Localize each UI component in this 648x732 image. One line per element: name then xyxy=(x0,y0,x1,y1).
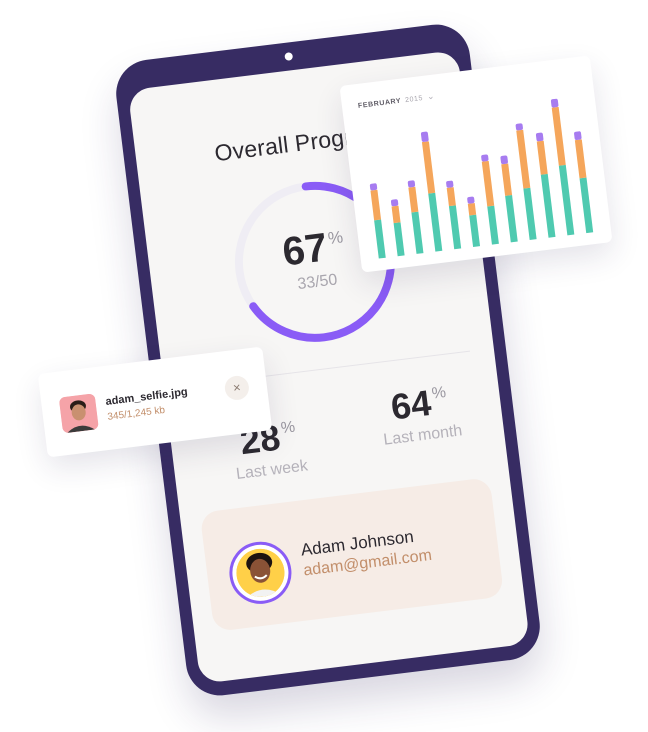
chart-bar-5-segment-2 xyxy=(446,187,456,207)
stat-sign: % xyxy=(279,418,297,438)
chart-bar-3-segment-3 xyxy=(407,180,416,188)
chart-bar-11-segment-3 xyxy=(550,98,559,108)
file-size: 345/1,245 kb xyxy=(106,404,166,423)
chart-bar-6-segment-3 xyxy=(467,196,475,204)
stacked-bar-chart xyxy=(369,98,594,259)
chart-year: 2015 xyxy=(404,94,424,105)
avatar[interactable] xyxy=(225,538,295,608)
chart-month: FEBRUARY xyxy=(357,97,402,110)
file-thumbnail xyxy=(58,393,99,434)
person-icon xyxy=(233,546,288,600)
user-card[interactable]: Adam Johnson adam@gmail.com xyxy=(199,477,505,632)
progress-percent-sign: % xyxy=(326,227,345,249)
chart-bar-1-segment-2 xyxy=(370,189,382,221)
chart-bar-2-segment-3 xyxy=(390,199,399,207)
chart-bar-10-segment-2 xyxy=(536,140,548,175)
stage: Overall Progress 67% 33/50 28% Last week… xyxy=(0,0,648,732)
chart-bar-4-segment-3 xyxy=(420,131,429,142)
chart-bar-10-segment-1 xyxy=(540,173,556,238)
chart-bar-9-segment-3 xyxy=(515,123,523,131)
close-icon[interactable]: × xyxy=(223,374,251,402)
chart-bar-4-segment-2 xyxy=(421,141,436,194)
chart-bar-5-segment-3 xyxy=(446,180,454,188)
chart-bar-12-segment-3 xyxy=(574,131,582,140)
chart-bar-6-segment-1 xyxy=(469,214,481,247)
camera-dot xyxy=(284,52,294,61)
chart-bar-10-segment-3 xyxy=(535,132,544,142)
chart-bar-3-segment-2 xyxy=(408,186,419,213)
chart-bar-7-segment-3 xyxy=(481,154,489,162)
stat-value: 64 xyxy=(388,381,434,428)
chevron-down-icon[interactable]: ⌄ xyxy=(426,91,435,102)
chart-bar-11-segment-2 xyxy=(551,106,566,166)
chart-bar-9-segment-2 xyxy=(516,129,531,189)
chart-bar-1-segment-1 xyxy=(374,219,386,259)
chart-bar-12-segment-2 xyxy=(574,139,587,179)
chart-bar-8-segment-3 xyxy=(500,155,508,165)
file-name: adam_selfie.jpg xyxy=(104,386,189,408)
chart-bar-12-segment-1 xyxy=(579,177,594,234)
chart-bar-6-segment-2 xyxy=(467,203,477,216)
person-icon xyxy=(58,393,99,434)
chart-bar-11-segment-1 xyxy=(558,164,575,236)
chart-bar-4-segment-1 xyxy=(428,192,443,252)
chart-card: FEBRUARY 2015 ⌄ xyxy=(339,55,613,273)
chart-bar-3-segment-1 xyxy=(411,211,424,254)
chart-bar-8-segment-1 xyxy=(505,195,518,243)
chart-bar-7-segment-1 xyxy=(487,205,499,245)
stat-last-month: 64% Last month xyxy=(352,375,489,452)
chart-bar-1-segment-3 xyxy=(369,183,378,191)
stat-sign: % xyxy=(430,383,448,403)
avatar-photo xyxy=(233,546,288,600)
progress-percent: 67 xyxy=(280,225,330,275)
chart-bar-7-segment-2 xyxy=(481,160,495,207)
chart-bar-5-segment-1 xyxy=(448,205,462,250)
chart-bar-2-segment-1 xyxy=(393,222,405,257)
chart-bar-8-segment-2 xyxy=(501,163,513,196)
chart-bar-9-segment-1 xyxy=(523,187,537,241)
chart-bar-2-segment-2 xyxy=(391,205,401,224)
